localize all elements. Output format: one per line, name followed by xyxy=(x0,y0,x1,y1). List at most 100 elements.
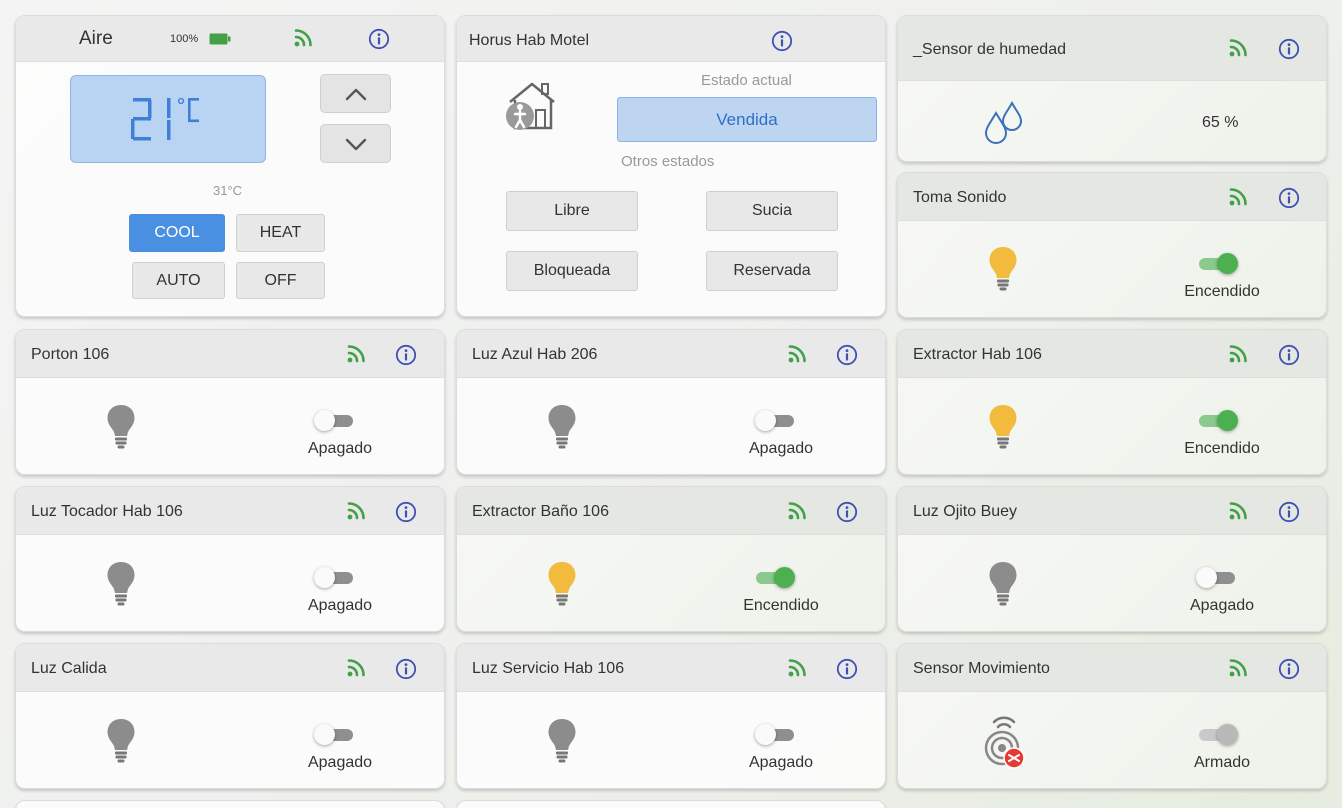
info-icon[interactable] xyxy=(836,344,858,366)
device-state: Encendido xyxy=(1184,440,1260,457)
lightbulb-icon xyxy=(106,403,136,451)
room-state-card: Horus Hab Motel Estado actual Vendida Ot… xyxy=(456,15,886,317)
ambient-temperature: 31°C xyxy=(213,183,243,198)
card-title: Toma Sonido xyxy=(913,189,1007,206)
state-reservada-button[interactable]: Reservada xyxy=(706,251,838,291)
wifi-signal-icon xyxy=(293,26,315,48)
card-header: Aire 100% xyxy=(16,16,444,62)
motion-sensor-icon xyxy=(984,716,1025,769)
card-header: Horus Hab Motel xyxy=(457,16,885,62)
mode-off-button[interactable]: OFF xyxy=(236,262,325,299)
luz-ojito-buey-card: Luz Ojito Buey Apagado xyxy=(897,486,1327,632)
card-title: Luz Azul Hab 206 xyxy=(472,346,598,363)
info-icon[interactable] xyxy=(395,344,417,366)
wifi-signal-icon xyxy=(346,499,368,521)
power-toggle[interactable] xyxy=(1196,409,1238,431)
temperature-down-button[interactable] xyxy=(320,124,391,163)
humidity-sensor-card: _Sensor de humedad 65 % xyxy=(897,15,1327,162)
device-state: Apagado xyxy=(1189,597,1255,614)
wifi-signal-icon xyxy=(1228,185,1250,207)
info-icon[interactable] xyxy=(1278,38,1300,60)
power-toggle[interactable] xyxy=(1196,566,1238,588)
wifi-signal-icon xyxy=(1228,656,1250,678)
luz-servicio-106-card: Luz Servicio Hab 106 Apagado xyxy=(456,643,886,789)
card-title: Porton 106 xyxy=(31,346,110,363)
info-icon[interactable] xyxy=(1278,501,1300,523)
wifi-signal-icon xyxy=(787,656,809,678)
mode-cool-button[interactable]: COOL xyxy=(129,214,225,252)
porton-106-card: Porton 106 Apagado xyxy=(15,329,445,475)
device-state: Apagado xyxy=(748,440,814,457)
info-icon[interactable] xyxy=(771,30,793,52)
card-title: Sensor Movimiento xyxy=(913,660,1050,677)
card-header: Luz Ojito Buey xyxy=(898,487,1326,535)
power-toggle[interactable] xyxy=(1196,252,1238,274)
arm-toggle[interactable] xyxy=(1196,723,1238,745)
temperature-up-button[interactable] xyxy=(320,74,391,113)
info-icon[interactable] xyxy=(395,501,417,523)
device-state: Apagado xyxy=(307,754,373,771)
lightbulb-icon xyxy=(988,560,1018,608)
info-icon[interactable] xyxy=(395,658,417,680)
power-toggle[interactable] xyxy=(314,566,356,588)
state-libre-button[interactable]: Libre xyxy=(506,191,638,231)
battery-icon xyxy=(209,33,231,45)
partial-card xyxy=(15,800,445,808)
info-icon[interactable] xyxy=(1278,658,1300,680)
wifi-signal-icon xyxy=(346,342,368,364)
lightbulb-icon xyxy=(106,560,136,608)
device-state: Encendido xyxy=(743,597,819,614)
info-icon[interactable] xyxy=(1278,344,1300,366)
mode-heat-button[interactable]: HEAT xyxy=(236,214,325,252)
card-header: Luz Tocador Hab 106 xyxy=(16,487,444,535)
info-icon[interactable] xyxy=(836,658,858,680)
lightbulb-icon xyxy=(547,560,577,608)
lightbulb-icon xyxy=(988,403,1018,451)
battery-level: 100% xyxy=(170,33,199,45)
card-title: Luz Ojito Buey xyxy=(913,503,1018,520)
wifi-signal-icon xyxy=(1228,499,1250,521)
current-state-label: Estado actual xyxy=(701,72,792,89)
power-toggle[interactable] xyxy=(314,723,356,745)
lightbulb-icon xyxy=(106,717,136,765)
info-icon[interactable] xyxy=(368,28,390,50)
power-toggle[interactable] xyxy=(755,723,797,745)
device-state: Armado xyxy=(1193,754,1251,771)
chevron-up-icon xyxy=(345,88,367,101)
toma-sonido-card: Toma Sonido Encendido xyxy=(897,172,1327,318)
power-toggle[interactable] xyxy=(314,409,356,431)
card-title: Luz Servicio Hab 106 xyxy=(472,660,625,677)
card-header: _Sensor de humedad xyxy=(898,16,1326,81)
card-title: Luz Tocador Hab 106 xyxy=(31,503,183,520)
partial-card xyxy=(456,800,886,808)
card-title: Extractor Hab 106 xyxy=(913,346,1042,363)
wifi-signal-icon xyxy=(346,656,368,678)
luz-tocador-106-card: Luz Tocador Hab 106 Apagado xyxy=(15,486,445,632)
card-title: Extractor Baño 106 xyxy=(472,503,609,520)
chevron-down-icon xyxy=(345,138,367,151)
power-toggle[interactable] xyxy=(753,566,795,588)
current-state-badge: Vendida xyxy=(617,97,877,142)
lightbulb-icon xyxy=(547,717,577,765)
info-icon[interactable] xyxy=(836,501,858,523)
state-bloqueada-button[interactable]: Bloqueada xyxy=(506,251,638,291)
power-toggle[interactable] xyxy=(755,409,797,431)
card-header: Sensor Movimiento xyxy=(898,644,1326,692)
mode-auto-button[interactable]: AUTO xyxy=(132,262,225,299)
wifi-signal-icon xyxy=(1228,36,1250,58)
temperature-display xyxy=(70,75,266,163)
card-header: Extractor Hab 106 xyxy=(898,330,1326,378)
card-title: Luz Calida xyxy=(31,660,107,677)
other-states-label: Otros estados xyxy=(621,153,715,170)
luz-azul-206-card: Luz Azul Hab 206 Apagado xyxy=(456,329,886,475)
lcd-digits xyxy=(131,97,199,141)
wifi-signal-icon xyxy=(787,342,809,364)
info-icon[interactable] xyxy=(1278,187,1300,209)
thermostat-card: Aire 100% 31°C COOL HEAT AUTO OFF xyxy=(15,15,445,317)
lightbulb-icon xyxy=(988,245,1018,293)
lightbulb-icon xyxy=(547,403,577,451)
device-state: Apagado xyxy=(307,440,373,457)
card-title: Horus Hab Motel xyxy=(469,32,590,49)
state-sucia-button[interactable]: Sucia xyxy=(706,191,838,231)
wifi-signal-icon xyxy=(787,499,809,521)
